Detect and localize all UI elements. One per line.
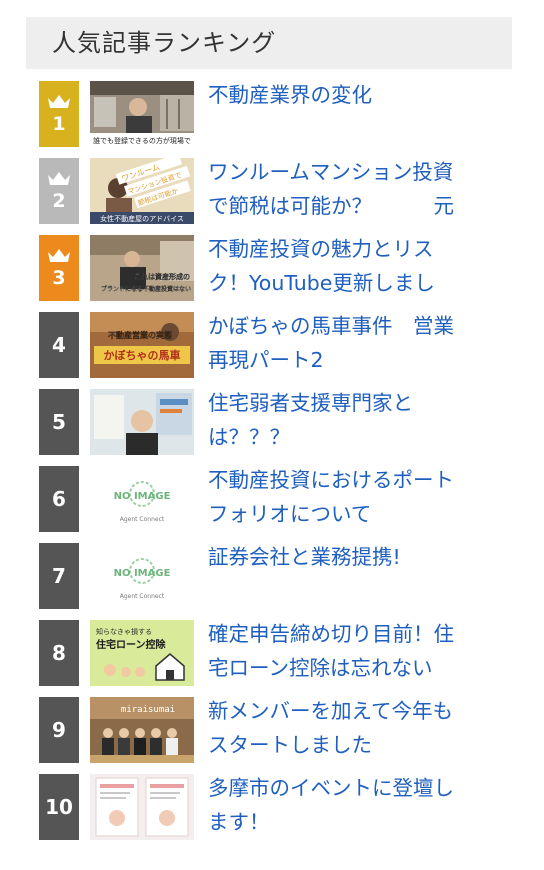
- ranking-title: 人気記事ランキング: [52, 29, 277, 57]
- article-thumbnail[interactable]: NO IMAGE Agent Connect: [90, 466, 194, 532]
- rank-number: 5: [52, 410, 66, 434]
- crown-icon: [48, 94, 70, 108]
- rank-badge: 2: [39, 158, 79, 224]
- no-image-label: NO IMAGE: [114, 568, 171, 579]
- article-link[interactable]: 証券会社と業務提携!: [208, 540, 498, 574]
- article-thumbnail[interactable]: NO IMAGE Agent Connect: [90, 543, 194, 609]
- rank-badge: 8: [39, 620, 79, 686]
- ranking-item[interactable]: 6 NO IMAGE Agent Connect 不動産投資におけるポート フォ…: [39, 466, 489, 532]
- rank-badge: 7: [39, 543, 79, 609]
- article-thumbnail[interactable]: miraisumai: [90, 697, 194, 763]
- thumb-caption: ブランドになる不動産投資はない: [101, 285, 191, 293]
- article-thumbnail[interactable]: 誰でも登録できるの方が現場で: [90, 81, 194, 147]
- rank-number: 6: [52, 487, 66, 511]
- crown-icon: [48, 248, 70, 262]
- ranking-item[interactable]: 9 miraisumai 新メンバーを加えて今年も スタートしました: [39, 697, 489, 763]
- crown-icon: [48, 171, 70, 185]
- rank-number: 3: [52, 266, 66, 289]
- article-thumbnail[interactable]: [90, 774, 194, 840]
- rank-badge: 5: [39, 389, 79, 455]
- ranking-item[interactable]: 3 これは資産形成の ブランドになる不動産投資はない 不動産投資の魅力とリス ク…: [39, 235, 489, 301]
- thumb-caption: 女性不動産屋のアドバイス: [100, 214, 184, 223]
- article-link[interactable]: 新メンバーを加えて今年も スタートしました: [208, 694, 498, 762]
- rank-badge: 4: [39, 312, 79, 378]
- article-thumbnail[interactable]: ワンルーム マンション投資で 節税は可能か 女性不動産屋のアドバイス: [90, 158, 194, 224]
- article-thumbnail[interactable]: 不動産営業の実態 かぼちゃの馬車: [90, 312, 194, 378]
- ranking-item[interactable]: 4 不動産営業の実態 かぼちゃの馬車 かぼちゃの馬車事件 営業 再現パート2: [39, 312, 489, 378]
- ranking-item[interactable]: 7 NO IMAGE Agent Connect 証券会社と業務提携!: [39, 543, 489, 609]
- rank-badge: 9: [39, 697, 79, 763]
- ranking-item[interactable]: 8 知らなきゃ損する 住宅ローン控除 確定申告締め切り目前！住 宅ローン控除は忘…: [39, 620, 489, 686]
- thumb-caption: miraisumai: [121, 705, 175, 715]
- thumb-caption: 知らなきゃ損する: [96, 627, 152, 636]
- article-link[interactable]: 不動産業界の変化: [208, 78, 498, 112]
- rank-number: 10: [45, 795, 73, 819]
- article-link[interactable]: 不動産投資におけるポート フォリオについて: [208, 463, 498, 531]
- article-link[interactable]: ワンルームマンション投資 で節税は可能か？ 元: [208, 155, 498, 223]
- no-image-label: NO IMAGE: [114, 491, 171, 502]
- thumb-caption: かぼちゃの馬車: [104, 348, 181, 362]
- thumb-caption: 不動産営業の実態: [108, 330, 172, 340]
- article-thumbnail[interactable]: これは資産形成の ブランドになる不動産投資はない: [90, 235, 194, 301]
- ranking-item[interactable]: 10 多摩市のイベントに登壇し ます！: [39, 774, 489, 840]
- ranking-item[interactable]: 2 ワンルーム マンション投資で 節税は可能か 女性不動産屋のアドバイス ワンル…: [39, 158, 489, 224]
- agent-connect-label: Agent Connect: [120, 516, 165, 523]
- article-link[interactable]: 確定申告締め切り目前！住 宅ローン控除は忘れない: [208, 617, 498, 685]
- article-link[interactable]: 不動産投資の魅力とリス ク！YouTube更新しまし: [208, 232, 498, 300]
- article-link[interactable]: かぼちゃの馬車事件 営業 再現パート2: [208, 309, 498, 377]
- rank-badge: 6: [39, 466, 79, 532]
- article-link[interactable]: 住宅弱者支援専門家と は？？？: [208, 386, 498, 454]
- rank-number: 9: [52, 718, 66, 742]
- rank-badge: 3: [39, 235, 79, 301]
- rank-number: 7: [52, 564, 66, 588]
- rank-badge: 10: [39, 774, 79, 840]
- ranking-item[interactable]: 5 住宅弱者支援専門家と は？？？: [39, 389, 489, 455]
- thumb-caption: 住宅ローン控除: [96, 638, 166, 651]
- ranking-item[interactable]: 1 誰でも登録できるの方が現場で 不動産業界の変化: [39, 81, 489, 147]
- ranking-header: 人気記事ランキング: [26, 17, 512, 69]
- rank-number: 2: [52, 189, 66, 212]
- article-link[interactable]: 多摩市のイベントに登壇し ます！: [208, 771, 498, 839]
- rank-number: 4: [52, 333, 66, 357]
- article-thumbnail[interactable]: [90, 389, 194, 455]
- rank-number: 1: [52, 112, 66, 135]
- agent-connect-label: Agent Connect: [120, 593, 165, 600]
- rank-number: 8: [52, 641, 66, 665]
- thumb-caption: これは資産形成の: [134, 272, 190, 281]
- rank-badge: 1: [39, 81, 79, 147]
- article-thumbnail[interactable]: 知らなきゃ損する 住宅ローン控除: [90, 620, 194, 686]
- thumb-caption: 誰でも登録できるの方が現場で: [93, 136, 191, 145]
